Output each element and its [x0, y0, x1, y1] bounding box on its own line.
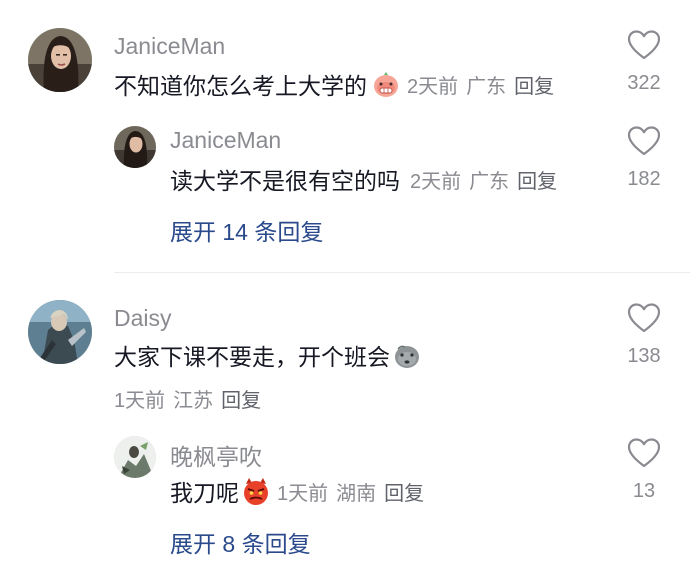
reply-button[interactable]: 回复 [221, 384, 261, 413]
username[interactable]: 晚枫亭吹 [170, 438, 262, 472]
comment-time: 2天前 [410, 170, 462, 193]
like-count: 322 [627, 72, 661, 94]
avatar-image [28, 300, 92, 364]
comment-location: 湖南 [336, 482, 377, 505]
like-button[interactable]: 182 [614, 126, 674, 191]
like-count: 138 [627, 345, 661, 367]
pink-blob-face-icon [371, 69, 401, 99]
comment-text: 大家下课不要走，开个班会 [114, 344, 390, 370]
reply-button[interactable]: 回复 [514, 70, 554, 99]
avatar-image [28, 28, 92, 92]
avatar[interactable] [114, 436, 156, 478]
comment-text-row: 我刀呢 1天前 湖南 回复 [170, 475, 424, 507]
username[interactable]: JaniceMan [170, 127, 281, 154]
comment-location: 广东 [469, 170, 510, 193]
comment-text-row: 不知道你怎么考上大学的 2天前 广东 回复 [114, 68, 554, 100]
heart-icon [627, 303, 661, 333]
comment-location: 江苏 [173, 390, 214, 412]
like-button[interactable]: 322 [614, 30, 674, 95]
heart-icon [627, 126, 661, 156]
comment-time: 1天前 [114, 390, 166, 412]
avatar-image [114, 126, 156, 168]
comment-meta: 2天前 广东 回复 [410, 165, 557, 194]
like-button[interactable]: 13 [614, 438, 674, 503]
avatar[interactable] [114, 126, 156, 168]
like-count: 182 [627, 168, 661, 190]
comment-time: 1天前 [277, 482, 329, 505]
expand-replies-button[interactable]: 展开 8 条回复 [170, 525, 311, 559]
heart-icon [627, 30, 661, 60]
avatar-image [114, 436, 156, 478]
avatar[interactable] [28, 300, 92, 364]
username[interactable]: Daisy [114, 305, 172, 332]
username[interactable]: JaniceMan [114, 33, 225, 60]
comment-text: 我刀呢 [170, 480, 239, 506]
reply-button[interactable]: 回复 [384, 477, 424, 506]
expand-replies-button[interactable]: 展开 14 条回复 [170, 213, 323, 247]
comment-meta: 2天前 广东 回复 [407, 70, 554, 99]
comment-text-row: 大家下课不要走，开个班会 [114, 339, 422, 371]
like-count: 13 [632, 480, 656, 502]
avatar[interactable] [28, 28, 92, 92]
divider [114, 272, 690, 273]
angry-devil-face-icon [241, 476, 271, 506]
comment-text: 不知道你怎么考上大学的 [114, 73, 367, 99]
comment-location: 广东 [466, 75, 507, 98]
comment-meta: 1天前 湖南 回复 [277, 477, 424, 506]
heart-icon [627, 438, 661, 468]
like-button[interactable]: 138 [614, 303, 674, 368]
comment-time: 2天前 [407, 75, 459, 98]
comment-text: 读大学不是很有空的吗 [170, 168, 400, 194]
gray-blob-face-icon [392, 340, 422, 370]
reply-button[interactable]: 回复 [517, 165, 557, 194]
comment-meta: 1天前 江苏 回复 [114, 384, 261, 413]
comment-text-row: 读大学不是很有空的吗 2天前 广东 回复 [170, 163, 557, 195]
